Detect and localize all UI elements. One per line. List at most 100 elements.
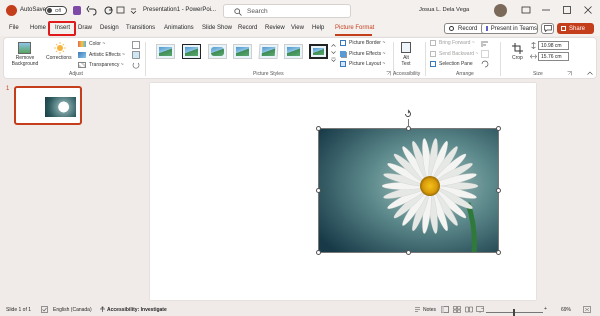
search-icon <box>234 8 242 16</box>
transparency-icon <box>78 62 86 68</box>
ribbon-display-options-icon[interactable] <box>521 5 531 15</box>
slide-thumbnail[interactable] <box>14 86 82 125</box>
picture-style-thumb[interactable] <box>258 44 279 59</box>
resize-handle[interactable] <box>316 126 321 131</box>
width-input[interactable]: 15.76 cm <box>538 52 569 61</box>
gallery-more-icon[interactable] <box>331 57 336 62</box>
spelling-check-icon[interactable] <box>41 306 48 313</box>
alt-text-button[interactable]: Alt Text <box>397 40 415 70</box>
zoom-in-button[interactable]: + <box>544 306 547 312</box>
picture-style-thumb[interactable] <box>284 44 303 59</box>
rotate-objects-icon[interactable] <box>481 60 489 68</box>
tab-animations[interactable]: Animations <box>164 25 194 31</box>
notes-icon[interactable] <box>414 306 421 313</box>
compress-pictures-icon[interactable] <box>132 41 140 49</box>
avatar[interactable] <box>494 4 507 17</box>
tab-review[interactable]: Review <box>265 25 285 31</box>
color-button[interactable]: Color ~ <box>76 40 120 49</box>
picture-style-thumb[interactable] <box>233 44 252 59</box>
zoom-level[interactable]: 69% <box>561 307 571 313</box>
picture-border-button[interactable]: Picture Border ~ <box>338 39 388 48</box>
gallery-scroll-down-icon[interactable] <box>331 50 336 55</box>
picture-style-thumb[interactable] <box>208 44 227 59</box>
corrections-button[interactable]: Corrections <box>45 40 75 70</box>
minimize-icon[interactable] <box>541 5 551 15</box>
send-backward-button[interactable]: Send Backward ~ <box>428 50 478 59</box>
bring-forward-label: Bring Forward ~ <box>439 40 475 46</box>
customize-toolbar-icon[interactable] <box>128 5 139 16</box>
zoom-slider-thumb[interactable] <box>513 309 515 316</box>
tab-file[interactable]: File <box>9 25 19 31</box>
tab-picture-format[interactable]: Picture Format <box>335 25 374 31</box>
save-icon[interactable] <box>73 6 81 15</box>
search-box[interactable]: Search <box>223 4 351 18</box>
redo-icon[interactable] <box>103 5 114 16</box>
undo-icon[interactable] <box>86 5 97 16</box>
selection-pane-button[interactable]: Selection Pane <box>428 60 478 69</box>
normal-view-icon[interactable] <box>441 306 449 313</box>
fit-slide-icon[interactable] <box>583 306 591 313</box>
rotate-handle-icon[interactable] <box>403 109 413 119</box>
resize-handle[interactable] <box>496 250 501 255</box>
height-input[interactable]: 10.98 cm <box>538 41 569 50</box>
resize-handle[interactable] <box>406 250 411 255</box>
send-backward-label: Send Backward ~ <box>439 51 479 57</box>
tab-draw[interactable]: Draw <box>78 25 92 31</box>
accessibility-status[interactable]: Accessibility: Investigate <box>107 307 167 313</box>
reset-picture-icon[interactable] <box>132 61 140 69</box>
picture-style-thumb[interactable] <box>156 44 175 59</box>
present-in-teams-button[interactable]: Present in Teams <box>481 23 538 34</box>
picture-style-thumb[interactable] <box>182 44 201 59</box>
share-button-label: Share <box>569 25 586 32</box>
picture-style-thumb[interactable] <box>309 44 328 59</box>
dialog-launcher-icon[interactable] <box>386 71 391 76</box>
language-indicator[interactable]: English (Canada) <box>53 307 92 313</box>
document-title[interactable]: Presentation1 - PowerPoi... <box>143 7 216 13</box>
picture-border-label: Picture Border ~ <box>349 40 386 46</box>
slide-thumbnail-picture <box>45 97 76 117</box>
tab-home[interactable]: Home <box>30 25 46 31</box>
share-button[interactable]: Share <box>557 23 594 34</box>
tab-record[interactable]: Record <box>238 25 257 31</box>
picture-styles-group-label: Picture Styles <box>253 71 284 77</box>
picture-effects-icon <box>340 51 346 57</box>
user-name[interactable]: Josua L. Dela Vega <box>419 7 469 13</box>
picture-layout-button[interactable]: Picture Layout ~ <box>338 60 390 69</box>
remove-background-label: Remove Background <box>11 55 39 67</box>
maximize-icon[interactable] <box>562 5 572 15</box>
zoom-out-button[interactable]: − <box>481 306 484 312</box>
resize-handle[interactable] <box>496 188 501 193</box>
group-objects-icon[interactable] <box>481 50 489 58</box>
quick-access-presenter-icon[interactable] <box>115 5 126 16</box>
tab-slide-show[interactable]: Slide Show <box>202 25 232 31</box>
align-icon[interactable] <box>481 40 489 48</box>
crop-button[interactable]: Crop <box>506 40 528 70</box>
active-tab-indicator <box>335 34 372 36</box>
autosave-toggle[interactable]: Off <box>45 6 67 15</box>
gallery-scroll-up-icon[interactable] <box>331 43 336 48</box>
notes-button[interactable]: Notes <box>423 307 436 313</box>
remove-background-icon <box>18 42 31 54</box>
picture-effects-button[interactable]: Picture Effects ~ <box>338 50 388 59</box>
slide-sorter-icon[interactable] <box>453 306 461 313</box>
autosave-label: AutoSave <box>20 7 47 13</box>
reading-view-icon[interactable] <box>465 306 473 313</box>
collapse-ribbon-icon[interactable] <box>587 71 593 76</box>
artistic-effects-button[interactable]: Artistic Effects ~ <box>76 51 128 60</box>
resize-handle[interactable] <box>496 126 501 131</box>
resize-handle[interactable] <box>316 250 321 255</box>
change-picture-icon[interactable] <box>132 51 140 59</box>
size-dialog-launcher-icon[interactable] <box>567 71 572 76</box>
transparency-button[interactable]: Transparency ~ <box>76 61 126 70</box>
resize-handle[interactable] <box>316 188 321 193</box>
remove-background-button[interactable]: Remove Background <box>9 40 39 70</box>
tab-help[interactable]: Help <box>312 25 324 31</box>
close-icon[interactable] <box>583 5 593 15</box>
bring-forward-icon <box>430 40 436 46</box>
tab-transitions[interactable]: Transitions <box>126 25 155 31</box>
tab-view[interactable]: View <box>291 25 304 31</box>
tab-design[interactable]: Design <box>100 25 119 31</box>
comments-button[interactable] <box>541 23 554 34</box>
bring-forward-button[interactable]: Bring Forward ~ <box>428 39 478 48</box>
accessibility-icon[interactable] <box>99 306 106 313</box>
